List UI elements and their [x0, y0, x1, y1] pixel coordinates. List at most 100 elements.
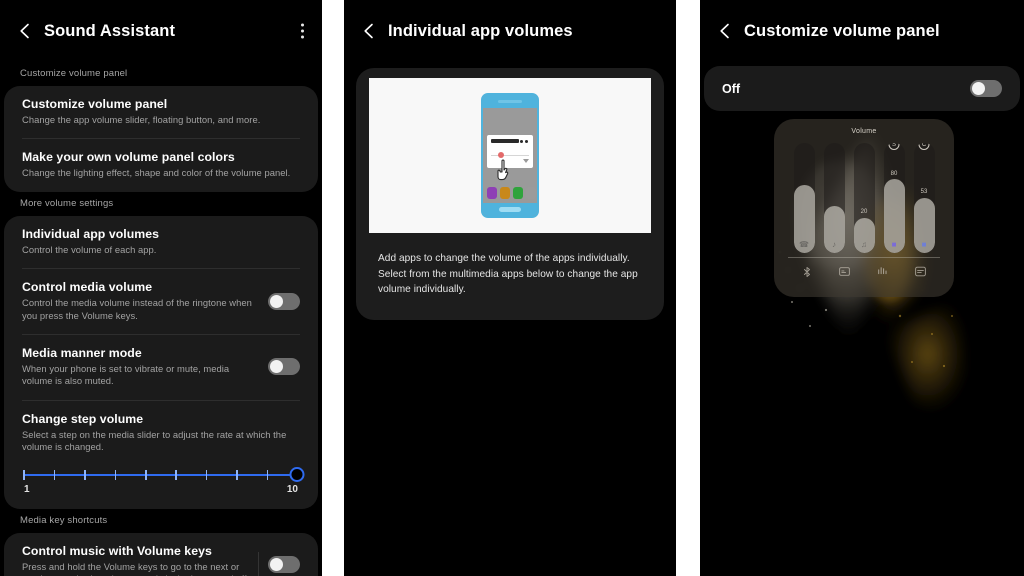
app-badge: S	[889, 143, 900, 150]
list-item-subtitle: Select a step on the media slider to adj…	[22, 429, 296, 454]
volume-slider[interactable]: 53C■	[914, 143, 935, 253]
list-item-title: Control music with Volume keys	[22, 544, 254, 559]
page-title: Sound Assistant	[44, 22, 175, 41]
card-media-key-shortcuts: Control music with Volume keys Press and…	[4, 533, 318, 576]
list-item-subtitle: When your phone is set to vibrate or mut…	[22, 363, 254, 388]
phone-app-dots	[487, 187, 536, 199]
card-master-toggle[interactable]: Off	[704, 66, 1020, 111]
app-dot	[526, 187, 536, 199]
app-icon-purple: ■	[892, 241, 897, 249]
dialog-dots-icon	[520, 140, 528, 143]
list-item-individual-app-volumes[interactable]: Individual app volumes Control the volum…	[4, 216, 318, 268]
volume-value-label: 53	[921, 189, 928, 195]
slider-tick[interactable]	[145, 470, 147, 480]
toggle-knob	[270, 360, 283, 373]
list-item-control-music-volume-keys[interactable]: Control music with Volume keys Press and…	[4, 533, 318, 576]
volume-panel-footer-icons	[774, 258, 954, 283]
list-item-title: Make your own volume panel colors	[22, 150, 296, 165]
panel-gap	[676, 0, 700, 576]
slider-tick[interactable]	[206, 470, 208, 480]
phone-nav-bar	[483, 203, 537, 216]
hand-cursor-icon	[497, 159, 513, 181]
chevron-left-icon[interactable]	[14, 20, 36, 42]
list-item-customize-volume-panel[interactable]: Customize volume panel Change the app vo…	[4, 86, 318, 138]
caption-icon[interactable]	[838, 265, 851, 283]
list-item-subtitle: Control the media volume instead of the …	[22, 297, 254, 322]
step-volume-slider-block: 1 10	[4, 456, 318, 509]
slider-tick[interactable]	[115, 470, 117, 480]
phone-status-bar	[483, 95, 537, 108]
card-more-volume-settings: Individual app volumes Control the volum…	[4, 216, 318, 509]
bell-notification-icon: ♪	[832, 241, 836, 249]
card-intro: Add apps to change the volume of the app…	[356, 68, 664, 320]
card-customize-volume-panel: Customize volume panel Change the app vo…	[4, 86, 318, 192]
step-volume-slider[interactable]	[24, 468, 298, 482]
app-dot	[500, 187, 510, 199]
volume-slider[interactable]: 20♫	[854, 143, 875, 253]
list-item-title: Customize volume panel	[22, 97, 296, 112]
toggle-knob	[270, 558, 283, 571]
dialog-slider-line	[491, 155, 529, 156]
equalizer-icon[interactable]	[876, 265, 889, 283]
section-header-customize: Customize volume panel	[0, 62, 322, 86]
appbar-customize-volume-panel: Customize volume panel	[700, 0, 1024, 62]
app-dot	[513, 187, 523, 199]
toggle-control-music-wrap	[258, 556, 300, 573]
slider-tick[interactable]	[267, 470, 269, 480]
slider-tick[interactable]	[84, 470, 86, 480]
volume-value-label: 20	[861, 209, 868, 215]
three-panel-screenshot: Sound Assistant Customize volume panel C…	[0, 0, 1024, 576]
volume-panel-title: Volume	[774, 119, 954, 135]
panel-individual-app-volumes: Individual app volumes	[344, 0, 676, 576]
dialog-slider-knob	[498, 152, 504, 158]
volume-panel-preview: Volume ☎ ♪ 20♫ 80 S ■ 53 C ■	[774, 119, 954, 297]
list-item-title: Media manner mode	[22, 346, 254, 361]
slider-thumb[interactable]	[290, 467, 305, 482]
toggle-control-media-volume[interactable]	[268, 293, 300, 310]
slider-max-label: 10	[287, 484, 298, 495]
slider-tick[interactable]	[54, 470, 56, 480]
chevron-left-icon[interactable]	[714, 20, 736, 42]
list-item-title: Control media volume	[22, 280, 254, 295]
list-item-volume-panel-colors[interactable]: Make your own volume panel colors Change…	[4, 139, 318, 191]
volume-slider[interactable]: ♪	[824, 143, 845, 253]
volume-slider[interactable]: ☎	[794, 143, 815, 253]
illustration-container	[369, 78, 651, 233]
toggle-media-manner-mode[interactable]	[268, 358, 300, 375]
toggle-knob	[972, 82, 985, 95]
section-header-more-volume: More volume settings	[0, 192, 322, 216]
volume-sliders: ☎ ♪ 20♫ 80 S ■ 53 C ■	[774, 135, 954, 253]
panel-sound-assistant: Sound Assistant Customize volume panel C…	[0, 0, 322, 576]
slider-tick[interactable]	[23, 470, 25, 480]
chevron-down-icon	[523, 159, 529, 163]
toggle-knob	[270, 295, 283, 308]
page-title: Customize volume panel	[744, 22, 940, 41]
list-item-media-manner-mode[interactable]: Media manner mode When your phone is set…	[4, 335, 318, 400]
list-item-control-media-volume[interactable]: Control media volume Control the media v…	[4, 269, 318, 334]
phone-volume-dialog-illustration	[481, 93, 539, 218]
slider-tick[interactable]	[175, 470, 177, 480]
slider-labels: 1 10	[24, 484, 298, 495]
chevron-left-icon[interactable]	[358, 20, 380, 42]
volume-slider[interactable]: 80 S ■	[884, 143, 905, 253]
phone-ring-icon: ☎	[799, 241, 809, 249]
overflow-menu-icon[interactable]	[301, 24, 304, 39]
list-item-title: Individual app volumes	[22, 227, 296, 242]
volume-value-label: 80	[891, 171, 898, 177]
master-toggle-label: Off	[722, 82, 970, 96]
list-item-title: Change step volume	[22, 412, 296, 427]
toggle-customize-volume-panel[interactable]	[970, 80, 1002, 97]
intro-description: Add apps to change the volume of the app…	[366, 233, 654, 304]
panel-customize-volume-panel: Customize volume panel Off	[700, 0, 1024, 576]
toggle-media-manner-mode-wrap	[258, 358, 300, 375]
list-item-subtitle: Change the lighting effect, shape and co…	[22, 167, 296, 179]
appbar-sound-assistant: Sound Assistant	[0, 0, 322, 62]
toggle-control-music-with-volume-keys[interactable]	[268, 556, 300, 573]
panel-gap	[322, 0, 344, 576]
list-item-change-step-volume: Change step volume Select a step on the …	[4, 401, 318, 456]
sound-settings-icon[interactable]	[914, 265, 927, 283]
bluetooth-icon[interactable]	[801, 265, 813, 283]
app-badge: C	[919, 143, 930, 150]
slider-tick[interactable]	[236, 470, 238, 480]
appbar-individual-app-volumes: Individual app volumes	[344, 0, 676, 62]
